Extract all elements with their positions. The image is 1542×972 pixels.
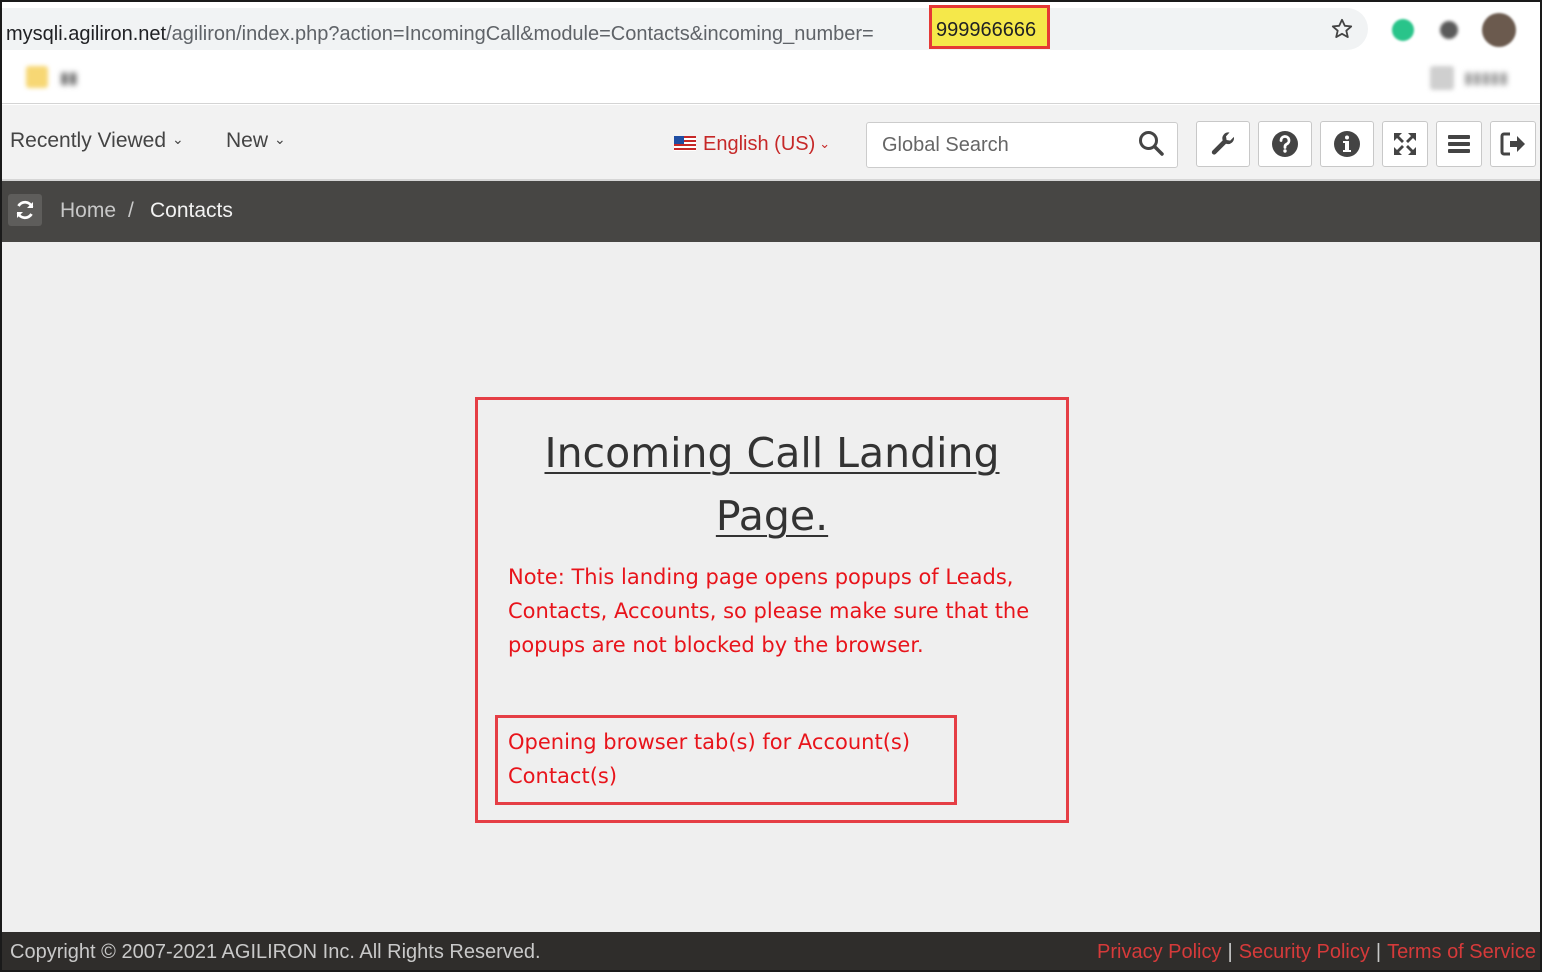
browser-address-row: mysqli.agiliron.net/agiliron/index.php?a… [2, 2, 1540, 54]
new-menu[interactable]: New ⌄ [226, 129, 286, 153]
logout-icon [1500, 132, 1525, 156]
opening-tabs-status: Opening browser tab(s) for Account(s) Co… [495, 715, 957, 805]
url-text: mysqli.agiliron.net/agiliron/index.php?a… [6, 23, 874, 46]
opening-tabs-text: Opening browser tab(s) for Account(s) Co… [508, 725, 948, 793]
incoming-call-panel: Incoming Call Landing Page. Note: This l… [475, 397, 1069, 823]
profile-avatar[interactable] [1482, 13, 1516, 47]
chevron-down-icon: ⌄ [274, 131, 286, 147]
menu-button[interactable] [1436, 121, 1482, 167]
privacy-policy-link[interactable]: Privacy Policy [1097, 941, 1221, 963]
reading-list-icon[interactable] [1430, 66, 1454, 90]
language-label: English (US) [703, 133, 816, 155]
breadcrumb-home-link[interactable]: Home [60, 199, 116, 223]
global-search-input[interactable] [866, 122, 1178, 168]
info-button[interactable] [1320, 121, 1374, 167]
refresh-button[interactable] [8, 194, 42, 226]
chevron-down-icon: ⌄ [172, 131, 184, 147]
footer-separator: | [1375, 941, 1382, 963]
language-selector[interactable]: English (US) ⌄ [674, 133, 830, 156]
star-icon[interactable] [1330, 17, 1354, 41]
opening-line-accounts: Opening browser tab(s) for Account(s) [508, 730, 911, 754]
search-icon[interactable] [1138, 130, 1164, 156]
recently-viewed-label: Recently Viewed [10, 129, 167, 152]
bookmarks-bar: ​▮▮ ▮▮▮▮▮ [2, 54, 1540, 104]
security-policy-link[interactable]: Security Policy [1239, 941, 1370, 963]
breadcrumb-current: Contacts [150, 199, 233, 222]
refresh-icon [16, 200, 34, 220]
incoming-number-highlight: 999966666 [929, 5, 1050, 49]
extension-icon[interactable] [1440, 21, 1458, 39]
incoming-number: 999966666 [936, 19, 1037, 41]
app-window: mysqli.agiliron.net/agiliron/index.php?a… [0, 0, 1542, 972]
reading-list-item[interactable]: ▮▮▮▮▮ [1464, 68, 1508, 88]
bookmark-item[interactable]: ​▮▮ [60, 68, 78, 88]
folder-icon[interactable] [26, 66, 48, 88]
url-path: /agiliron/index.php?action=IncomingCall&… [166, 23, 874, 45]
breadcrumb-separator: / [128, 199, 134, 222]
popup-note: Note: This landing page opens popups of … [508, 565, 1030, 657]
footer: Copyright © 2007-2021 AGILIRON Inc. All … [2, 932, 1540, 970]
fullscreen-icon [1394, 133, 1416, 155]
recently-viewed-menu[interactable]: Recently Viewed ⌄ [10, 129, 184, 153]
chevron-down-icon: ⌄ [819, 136, 831, 151]
menu-icon [1448, 135, 1470, 153]
copyright-text: Copyright © 2007-2021 AGILIRON Inc. All … [10, 941, 541, 963]
footer-links: Privacy Policy | Security Policy | Terms of … [1097, 941, 1536, 964]
breadcrumb: Home / Contacts [2, 181, 1540, 242]
page-title: Incoming Call Landing Page. [544, 429, 1000, 540]
wrench-icon [1211, 132, 1235, 155]
app-toolbar: Recently Viewed ⌄ New ⌄ English (US) ⌄ [2, 105, 1540, 181]
settings-button[interactable] [1196, 121, 1250, 167]
help-icon [1272, 131, 1298, 157]
footer-separator: | [1227, 941, 1233, 963]
fullscreen-button[interactable] [1382, 121, 1428, 167]
main-content: Incoming Call Landing Page. Note: This l… [2, 242, 1540, 932]
address-bar[interactable]: mysqli.agiliron.net/agiliron/index.php?a… [2, 8, 1368, 50]
info-icon [1334, 131, 1360, 157]
help-button[interactable] [1258, 121, 1312, 167]
new-label: New [226, 129, 269, 152]
url-host: mysqli.agiliron.net [6, 23, 167, 45]
logout-button[interactable] [1490, 121, 1536, 167]
flag-icon [674, 136, 696, 151]
terms-of-service-link[interactable]: Terms of Service [1387, 941, 1536, 963]
extension-icon[interactable] [1392, 19, 1414, 41]
opening-line-contacts: Contact(s) [508, 764, 618, 788]
